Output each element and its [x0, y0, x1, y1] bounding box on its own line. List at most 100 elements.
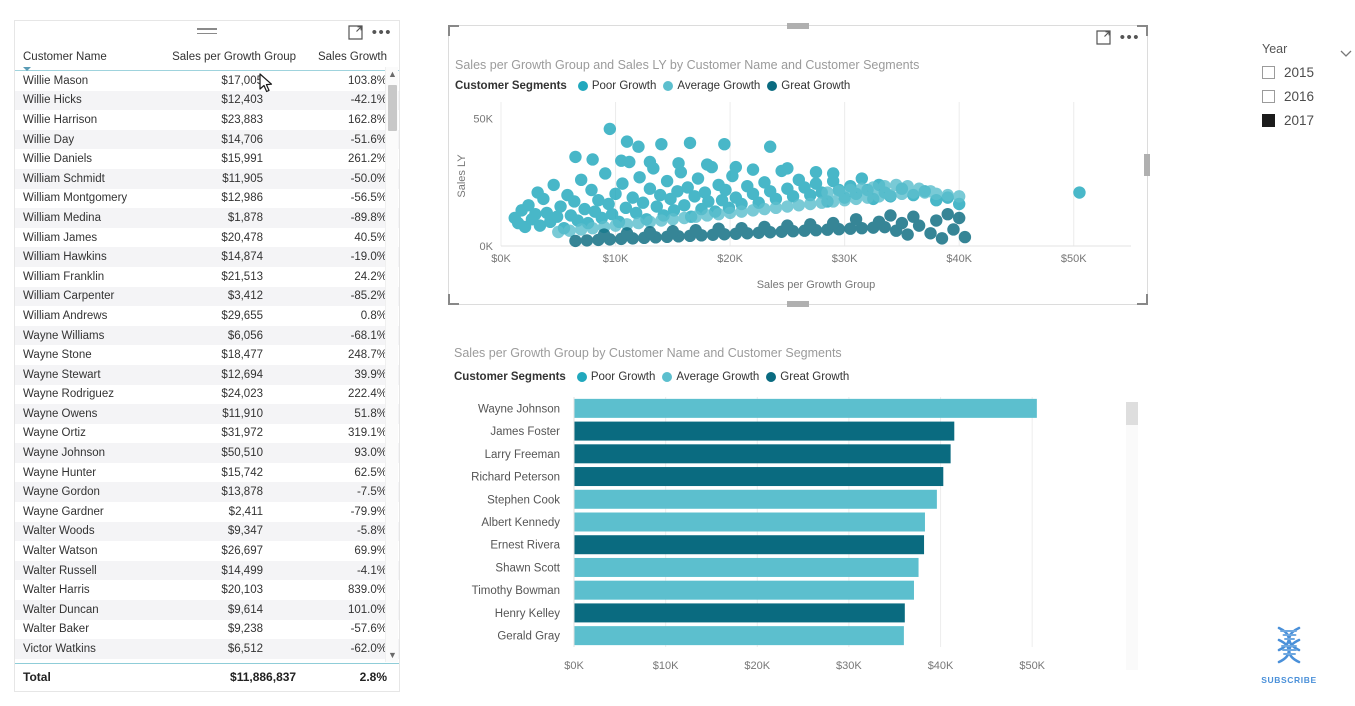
scatter-point[interactable]	[599, 167, 612, 180]
table-row[interactable]: Walter Woods $9,347 -5.8%	[15, 521, 399, 542]
bar-svg[interactable]: $0K $10K $20K $30K $40K $50K Wayne Johnson Jame…	[448, 391, 1138, 681]
scatter-point[interactable]	[574, 173, 588, 187]
scatter-point[interactable]	[924, 227, 937, 240]
scatter-point[interactable]	[878, 179, 891, 193]
table-row[interactable]: Wayne Gardner $2,411 -79.9%	[15, 502, 399, 522]
scatter-point[interactable]	[632, 216, 645, 230]
scatter-point[interactable]	[763, 140, 777, 153]
table-row[interactable]: William Andrews $29,655 0.8%	[15, 306, 399, 326]
scatter-point[interactable]	[832, 185, 846, 198]
column-header-customer-name[interactable]: Customer Name	[15, 47, 154, 71]
scatter-point[interactable]	[826, 167, 840, 180]
scatter-point[interactable]	[689, 224, 702, 237]
bar-scrollbar-thumb[interactable]	[1126, 402, 1138, 425]
scatter-point[interactable]	[529, 207, 542, 221]
bar-rect[interactable]	[574, 467, 944, 487]
scatter-point[interactable]	[636, 196, 650, 209]
table-row[interactable]: Willie Daniels $15,991 261.2%	[15, 149, 399, 169]
scatter-point[interactable]	[586, 153, 599, 166]
scatter-point[interactable]	[586, 221, 599, 235]
bar-rect[interactable]	[574, 580, 914, 600]
table-row[interactable]: Walter Duncan $9,614 101.0%	[15, 600, 399, 620]
scatter-point[interactable]	[547, 178, 560, 192]
slicer-item-2016[interactable]: 2016	[1262, 89, 1352, 104]
table-row[interactable]: Walter Watson $26,697 69.9%	[15, 541, 399, 561]
scatter-point[interactable]	[769, 201, 783, 215]
scatter-point[interactable]	[691, 172, 705, 185]
bar-rect[interactable]	[574, 512, 925, 532]
scatter-point[interactable]	[666, 225, 680, 238]
table-row[interactable]: Wayne Owens $11,910 51.8%	[15, 404, 399, 424]
scatter-point[interactable]	[947, 223, 960, 236]
scatter-point[interactable]	[867, 181, 880, 194]
scatter-point[interactable]	[537, 192, 550, 206]
slicer-item-2015[interactable]: 2015	[1262, 65, 1352, 80]
scatter-point[interactable]	[804, 197, 817, 211]
table-row[interactable]: Wayne Stewart $12,694 39.9%	[15, 364, 399, 385]
table-row[interactable]: Wayne Ortiz $31,972 319.1%	[15, 424, 399, 444]
scatter-point[interactable]	[620, 227, 634, 240]
scatter-point[interactable]	[616, 177, 629, 190]
scatter-point[interactable]	[712, 207, 725, 221]
scatter-point[interactable]	[941, 207, 954, 221]
bar-rect[interactable]	[574, 444, 951, 464]
scatter-point[interactable]	[660, 174, 674, 188]
column-header-sales-per-growth-group[interactable]: Sales per Growth Group	[154, 47, 304, 70]
scatter-point[interactable]	[585, 183, 598, 197]
bar-rect[interactable]	[574, 489, 937, 509]
scatter-point[interactable]	[609, 219, 622, 232]
selection-handle-bottom-right[interactable]	[1137, 294, 1148, 305]
scatter-point[interactable]	[580, 234, 594, 247]
scatter-point[interactable]	[689, 210, 702, 223]
scatter-point[interactable]	[746, 163, 760, 176]
scatter-point[interactable]	[735, 205, 748, 218]
scatter-point[interactable]	[889, 178, 903, 192]
scatter-point[interactable]	[884, 209, 897, 222]
scatter-chart-visual[interactable]: ••• Sales per Growth Group and Sales LY …	[448, 23, 1150, 307]
scatter-point[interactable]	[781, 200, 794, 213]
table-row[interactable]: Wayne Hunter $15,742 62.5%	[15, 463, 399, 483]
scatter-point[interactable]	[552, 225, 565, 239]
scatter-point[interactable]	[609, 187, 622, 201]
scatter-point[interactable]	[958, 230, 972, 244]
scatter-point[interactable]	[723, 206, 737, 220]
scatter-point[interactable]	[603, 122, 617, 136]
scatter-point[interactable]	[804, 218, 817, 231]
scatter-point[interactable]	[912, 182, 926, 195]
scatter-point[interactable]	[678, 211, 691, 225]
more-options-icon[interactable]: •••	[372, 25, 392, 40]
scroll-up-icon[interactable]: ▲	[386, 67, 399, 81]
table-row[interactable]: William Franklin $21,513 24.2%	[15, 267, 399, 287]
table-row[interactable]: William Montgomery $12,986 -56.5%	[15, 189, 399, 209]
focus-mode-icon[interactable]	[348, 25, 363, 40]
legend-item-poor-growth[interactable]: Poor Growth	[577, 80, 656, 92]
scatter-point[interactable]	[952, 211, 966, 225]
scatter-point[interactable]	[758, 220, 771, 234]
checkbox-unchecked-icon[interactable]	[1262, 66, 1275, 79]
scatter-point[interactable]	[655, 137, 668, 151]
table-row[interactable]: Wayne Gordon $13,878 -7.5%	[15, 482, 399, 503]
checkbox-checked-icon[interactable]	[1262, 114, 1275, 127]
scroll-down-icon[interactable]: ▼	[386, 648, 399, 662]
scatter-point[interactable]	[809, 165, 823, 179]
legend-item-average-growth[interactable]: Average Growth	[663, 80, 760, 92]
scatter-point[interactable]	[568, 195, 581, 208]
checkbox-unchecked-icon[interactable]	[1262, 90, 1275, 103]
scatter-point[interactable]	[855, 182, 869, 195]
table-row[interactable]: William Carpenter $3,412 -85.2%	[15, 286, 399, 307]
bar-rect[interactable]	[574, 398, 1037, 418]
scatter-point[interactable]	[952, 190, 966, 203]
table-row[interactable]: Walter Harris $20,103 839.0%	[15, 580, 399, 600]
scatter-point[interactable]	[672, 157, 685, 170]
selection-handle-bottom-left[interactable]	[448, 294, 459, 305]
scatter-point[interactable]	[895, 216, 909, 230]
bar-chart-scrollbar[interactable]	[1126, 402, 1138, 670]
more-options-icon[interactable]: •••	[1120, 30, 1140, 45]
bar-chart-visual[interactable]: Sales per Growth Group by Customer Name …	[448, 340, 1148, 695]
drag-grip-icon[interactable]	[197, 28, 217, 35]
scatter-point[interactable]	[683, 136, 697, 150]
scatter-point[interactable]	[935, 232, 949, 245]
scatter-point[interactable]	[643, 226, 657, 239]
scatter-point[interactable]	[849, 213, 863, 226]
scatter-point[interactable]	[643, 182, 657, 195]
